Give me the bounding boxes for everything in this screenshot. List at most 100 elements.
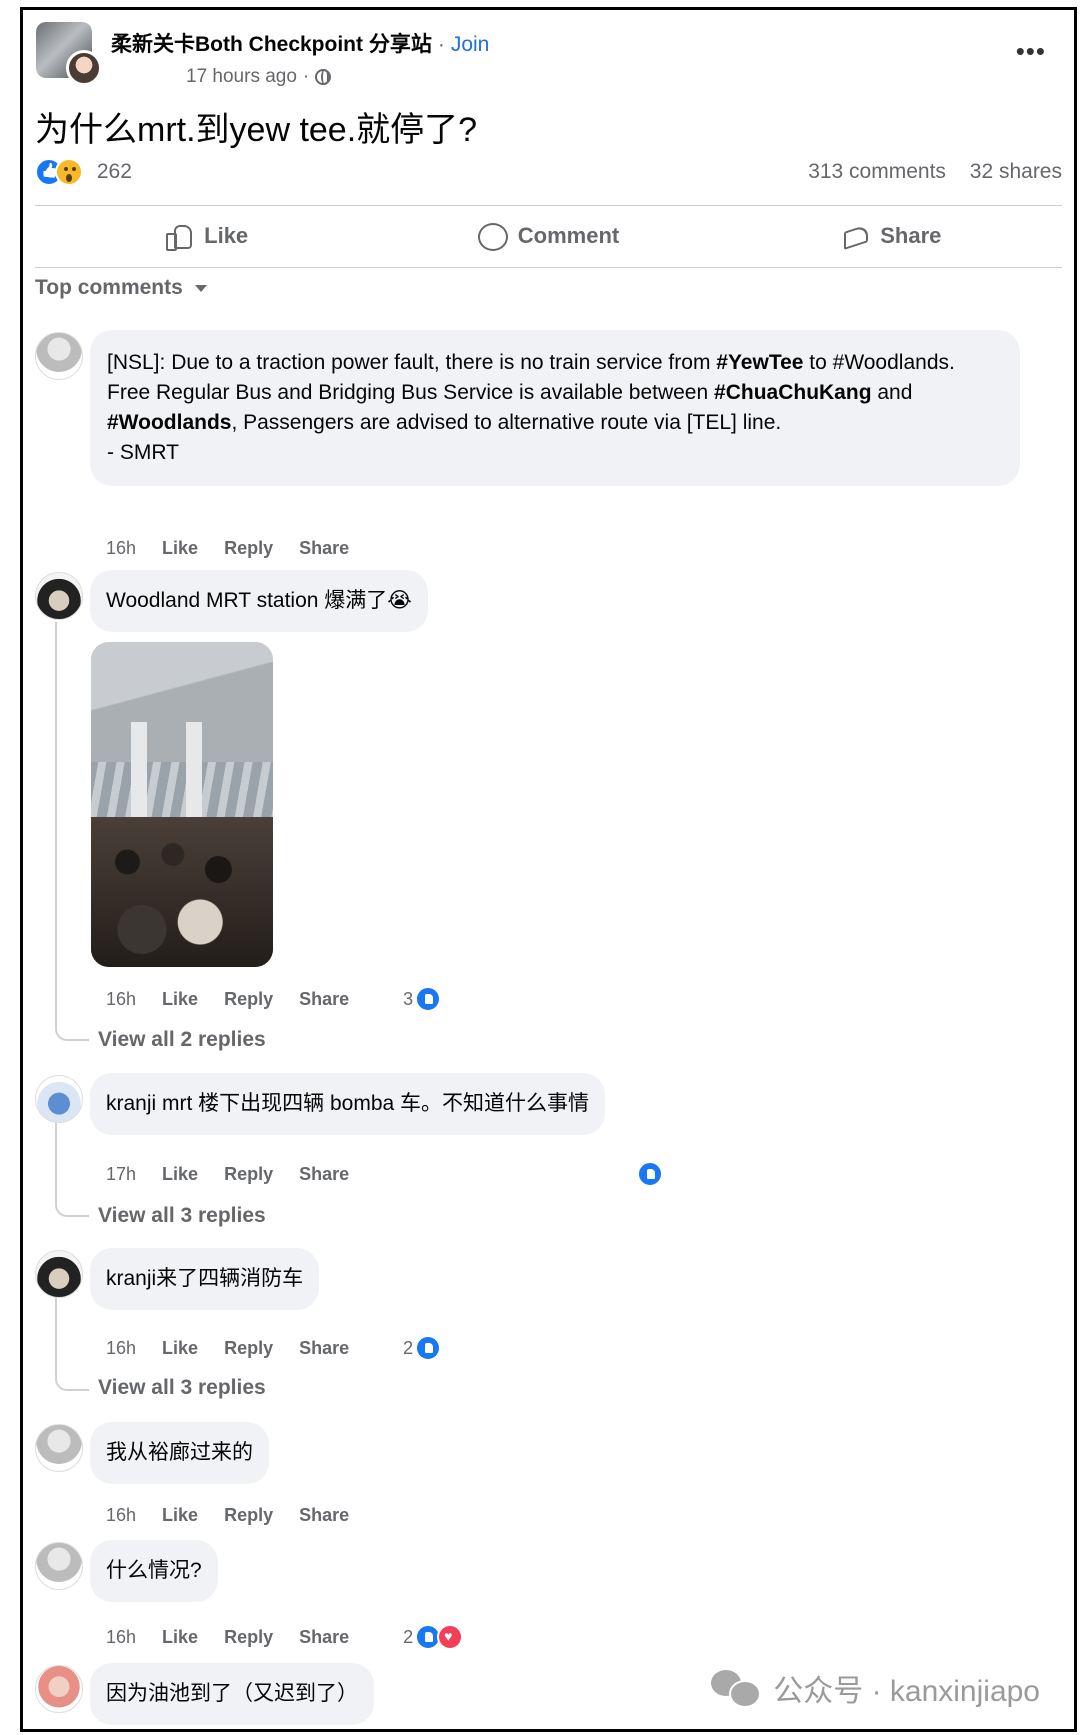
comment-bubble: 因为油池到了（又迟到了） [90, 1663, 374, 1725]
reaction-count[interactable]: 262 [97, 160, 132, 183]
commenter-avatar[interactable] [35, 572, 83, 620]
like-icon [415, 986, 442, 1012]
comment-like-button[interactable]: Like [162, 1505, 198, 1526]
comment-sort-label: Top comments [35, 276, 183, 299]
comment-meta: 16h Like Reply Share [106, 1505, 349, 1526]
comment-bubble: Woodland MRT station 爆满了😭 [90, 570, 428, 632]
comment-reply-button[interactable]: Reply [224, 1338, 273, 1359]
group-line: 柔新关卡Both Checkpoint 分享站 · Join [111, 28, 489, 58]
comment-meta: 16h Like Reply Share 2 [106, 1335, 442, 1361]
comment-share-button[interactable]: Share [299, 538, 349, 559]
commenter-avatar[interactable] [35, 1250, 83, 1298]
divider [35, 267, 1062, 268]
photo-roof [91, 642, 273, 762]
hashtag-link[interactable]: #YewTee [716, 351, 803, 374]
commenter-avatar[interactable] [35, 1075, 83, 1123]
comment-share-button[interactable]: Share [299, 1338, 349, 1359]
group-name[interactable]: 柔新关卡Both Checkpoint 分享站 [111, 33, 432, 56]
comment-time[interactable]: 17h [106, 1164, 136, 1185]
comment-time[interactable]: 16h [106, 1338, 136, 1359]
comment-bubble: 什么情况? [90, 1540, 218, 1602]
comment-meta: 16h Like Reply Share 2 [106, 1624, 464, 1650]
comment-meta: 16h Like Reply Share 3 [106, 986, 442, 1012]
like-button[interactable]: Like [35, 210, 377, 262]
comment-reactions[interactable]: 2 [403, 1335, 442, 1361]
post-stats: 262 313 comments 32 shares [35, 158, 1062, 194]
comment-text: 我从裕廊过来的 [106, 1441, 253, 1464]
comment-share-button[interactable]: Share [299, 1505, 349, 1526]
watermark-text: 公众号 · kanxinjiapo [773, 1675, 1040, 1708]
comment-button[interactable]: Comment [377, 210, 719, 262]
comment-time[interactable]: 16h [106, 989, 136, 1010]
globe-icon [315, 69, 332, 85]
comments-count[interactable]: 313 comments [808, 160, 946, 183]
view-replies-link[interactable]: View all 3 replies [98, 1376, 266, 1400]
commenter-avatar[interactable] [35, 332, 83, 380]
photo-crowd [91, 817, 273, 967]
comment-reply-button[interactable]: Reply [224, 989, 273, 1010]
comment-bubble: [NSL]: Due to a traction power fault, th… [90, 330, 1020, 486]
reaction-count: 3 [403, 988, 414, 1009]
author-avatar[interactable] [66, 50, 102, 86]
comment-bubble: 我从裕廊过来的 [90, 1422, 269, 1484]
comment-share-button[interactable]: Share [299, 1164, 349, 1185]
thread-line [55, 1122, 57, 1206]
comment-reactions[interactable]: 2 [403, 1624, 464, 1650]
caret-down-icon [194, 284, 207, 292]
divider [35, 205, 1062, 206]
thread-line [55, 1297, 57, 1381]
thumbs-up-icon [164, 223, 193, 251]
like-label: Like [204, 223, 249, 248]
comment-reactions[interactable] [637, 1161, 664, 1187]
comment-text: 因为油池到了（又迟到了） [106, 1682, 358, 1705]
comment-reply-button[interactable]: Reply [224, 1164, 273, 1185]
comment-like-button[interactable]: Like [162, 989, 198, 1010]
comment-icon [477, 223, 508, 251]
comment-reply-button[interactable]: Reply [224, 1505, 273, 1526]
more-options-icon[interactable]: ••• [1016, 38, 1046, 64]
post-time[interactable]: 17 hours ago [186, 66, 297, 88]
hashtag-link[interactable]: #ChuaChuKang [714, 381, 872, 404]
comment-text: 什么情况? [106, 1559, 202, 1582]
hashtag-link[interactable]: #Woodlands [107, 411, 231, 434]
thread-line [55, 622, 57, 1030]
comment-text-part: , Passengers are advised to alternative … [231, 411, 782, 434]
commenter-avatar[interactable] [35, 1665, 83, 1713]
comment-time[interactable]: 16h [106, 1627, 136, 1648]
comment-share-button[interactable]: Share [299, 1627, 349, 1648]
like-icon [415, 1335, 442, 1361]
shares-count[interactable]: 32 shares [970, 160, 1062, 183]
comment-reactions[interactable]: 3 [403, 986, 442, 1012]
post-header: 柔新关卡Both Checkpoint 分享站 · Join 17 hours ag… [36, 20, 1064, 90]
share-button[interactable]: Share [720, 210, 1062, 262]
comment-text: kranji mrt 楼下出现四辆 bomba 车。不知道什么事情 [106, 1092, 590, 1115]
comment-like-button[interactable]: Like [162, 1338, 198, 1359]
wechat-icon [711, 1670, 762, 1708]
commenter-avatar[interactable] [35, 1424, 83, 1472]
share-icon [840, 223, 868, 249]
comment-reply-button[interactable]: Reply [224, 538, 273, 559]
comment-time[interactable]: 16h [106, 1505, 136, 1526]
commenter-avatar[interactable] [35, 1542, 83, 1590]
comment-reply-button[interactable]: Reply [224, 1627, 273, 1648]
love-icon [437, 1624, 464, 1650]
wow-icon[interactable] [55, 158, 83, 186]
meta-separator: · [302, 66, 310, 87]
post-actions: Like Comment Share [35, 210, 1062, 262]
thread-hook [55, 1373, 89, 1391]
thread-hook [55, 1199, 89, 1217]
comment-like-button[interactable]: Like [162, 538, 198, 559]
view-replies-link[interactable]: View all 2 replies [98, 1028, 266, 1052]
watermark: 公众号 · kanxinjiapo [711, 1666, 1040, 1710]
comment-like-button[interactable]: Like [162, 1164, 198, 1185]
join-button[interactable]: Join [451, 33, 490, 56]
view-replies-link[interactable]: View all 3 replies [98, 1204, 266, 1228]
like-icon [637, 1161, 664, 1187]
comment-photo[interactable] [91, 642, 273, 967]
reaction-count: 2 [403, 1626, 414, 1647]
comment-signoff: - SMRT [107, 441, 179, 464]
comment-like-button[interactable]: Like [162, 1627, 198, 1648]
comment-sort-dropdown[interactable]: Top comments [35, 276, 207, 300]
comment-share-button[interactable]: Share [299, 989, 349, 1010]
comment-time[interactable]: 16h [106, 538, 136, 559]
